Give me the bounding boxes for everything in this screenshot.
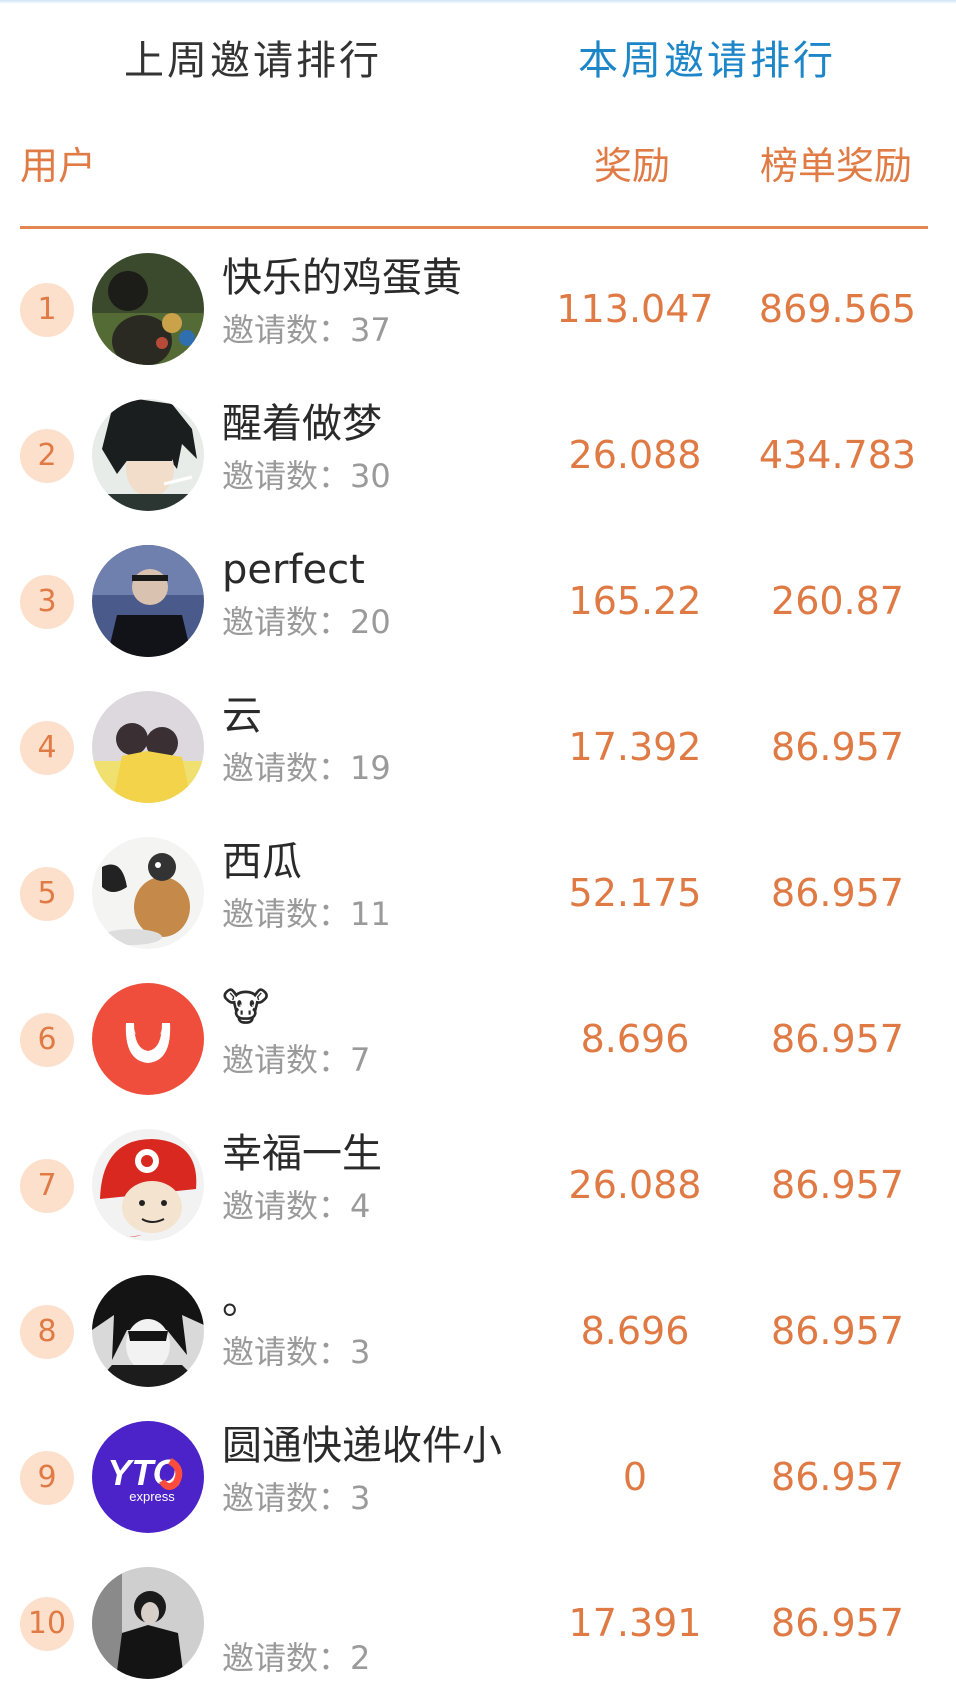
invite-count: 邀请数：2 (222, 1639, 371, 1677)
invite-count: 邀请数：30 (222, 457, 391, 495)
ranking-row[interactable]: 9 YTO express 圆通快递收件小 邀请数：3 0 86.957 (0, 1406, 956, 1552)
list-reward-value: 869.565 (758, 287, 917, 331)
ranking-row[interactable]: 7 幸福一生 邀请数：4 26.088 86.957 (0, 1114, 956, 1260)
tab-this-week-ranking[interactable]: 本周邀请排行 (578, 30, 836, 92)
rank-badge: 4 (20, 721, 74, 775)
reward-value: 26.088 (568, 1163, 702, 1207)
list-reward-value: 260.87 (771, 579, 904, 623)
reward-value: 113.047 (556, 287, 714, 331)
ranking-tabs: 上周邀请排行 本周邀请排行 (0, 30, 956, 100)
list-reward-value: 86.957 (771, 725, 904, 769)
list-reward-value: 434.783 (758, 433, 917, 477)
reward-value: 17.391 (568, 1601, 702, 1645)
invite-count: 邀请数：11 (222, 895, 391, 933)
anime-avatar-icon[interactable] (92, 399, 204, 511)
ranking-row[interactable]: 3 perfect 邀请数：20 165.22 260.87 (0, 530, 956, 676)
header-divider (20, 226, 928, 229)
user-name: perfect (222, 547, 365, 593)
user-name: 云 (222, 693, 262, 739)
reward-value: 17.392 (568, 725, 702, 769)
rank-badge: 2 (20, 429, 74, 483)
photo-avatar-icon[interactable] (92, 691, 204, 803)
table-header: 用户 奖励 榜单奖励 (0, 140, 956, 200)
rank-badge: 7 (20, 1159, 74, 1213)
ranking-row[interactable]: 5 西瓜 邀请数：11 52.175 86.957 (0, 822, 956, 968)
user-name: 圆通快递收件小 (222, 1423, 502, 1469)
user-name: 🐮 (222, 985, 270, 1031)
ranking-row[interactable]: 1 快乐的鸡蛋黄 邀请数：37 113.047 869.565 (0, 238, 956, 384)
rank-badge: 3 (20, 575, 74, 629)
invite-count: 邀请数：3 (222, 1333, 371, 1371)
user-name: 西瓜 (222, 839, 302, 885)
header-user: 用户 (20, 144, 97, 188)
list-reward-value: 86.957 (771, 1601, 904, 1645)
user-name: 。 (222, 1277, 262, 1323)
yto-logo-subtext: express (129, 1489, 175, 1504)
ranking-row[interactable]: 2 醒着做梦 邀请数：30 26.088 434.783 (0, 384, 956, 530)
list-reward-value: 86.957 (771, 1309, 904, 1353)
ranking-row[interactable]: 6 🐮 邀请数：7 8.696 86.957 (0, 968, 956, 1114)
cartoon-avatar-icon[interactable] (92, 837, 204, 949)
list-reward-value: 86.957 (771, 1017, 904, 1061)
rank-badge: 1 (20, 283, 74, 337)
ranking-row[interactable]: 8 。 邀请数：3 8.696 86.957 (0, 1260, 956, 1406)
invite-count: 邀请数：19 (222, 749, 391, 787)
reward-value: 26.088 (568, 433, 702, 477)
rank-badge: 10 (20, 1597, 74, 1651)
yto-express-logo-icon[interactable]: YTO express (92, 1421, 204, 1533)
reward-value: 0 (622, 1455, 648, 1499)
rank-badge: 8 (20, 1305, 74, 1359)
invite-count: 邀请数：7 (222, 1041, 371, 1079)
photo-avatar-icon[interactable] (92, 253, 204, 365)
tab-last-week-ranking[interactable]: 上周邀请排行 (124, 30, 382, 92)
list-reward-value: 86.957 (771, 1163, 904, 1207)
meme-avatar-icon[interactable] (92, 1129, 204, 1241)
user-name: 幸福一生 (222, 1131, 382, 1177)
list-reward-value: 86.957 (771, 871, 904, 915)
invite-count: 邀请数：4 (222, 1187, 371, 1225)
rank-badge: 6 (20, 1013, 74, 1067)
ranking-row[interactable]: 10 邀请数：2 17.391 86.957 (0, 1552, 956, 1698)
header-list-reward: 榜单奖励 (760, 144, 913, 188)
reward-value: 52.175 (568, 871, 702, 915)
list-reward-value: 86.957 (771, 1455, 904, 1499)
anime-avatar-icon[interactable] (92, 1275, 204, 1387)
reward-value: 165.22 (568, 579, 702, 623)
rank-badge: 9 (20, 1451, 74, 1505)
ranking-row[interactable]: 4 云 邀请数：19 17.392 86.957 (0, 676, 956, 822)
user-name: 醒着做梦 (222, 401, 382, 447)
invite-count: 邀请数：37 (222, 311, 391, 349)
invite-count: 邀请数：3 (222, 1479, 371, 1517)
photo-avatar-icon[interactable] (92, 1567, 204, 1679)
reward-value: 8.696 (580, 1017, 690, 1061)
header-reward: 奖励 (594, 144, 671, 188)
invite-count: 邀请数：20 (222, 603, 391, 641)
red-logo-avatar-icon[interactable] (92, 983, 204, 1095)
reward-value: 8.696 (580, 1309, 690, 1353)
top-edge (0, 0, 956, 4)
rank-badge: 5 (20, 867, 74, 921)
user-name: 快乐的鸡蛋黄 (222, 255, 462, 301)
photo-avatar-icon[interactable] (92, 545, 204, 657)
